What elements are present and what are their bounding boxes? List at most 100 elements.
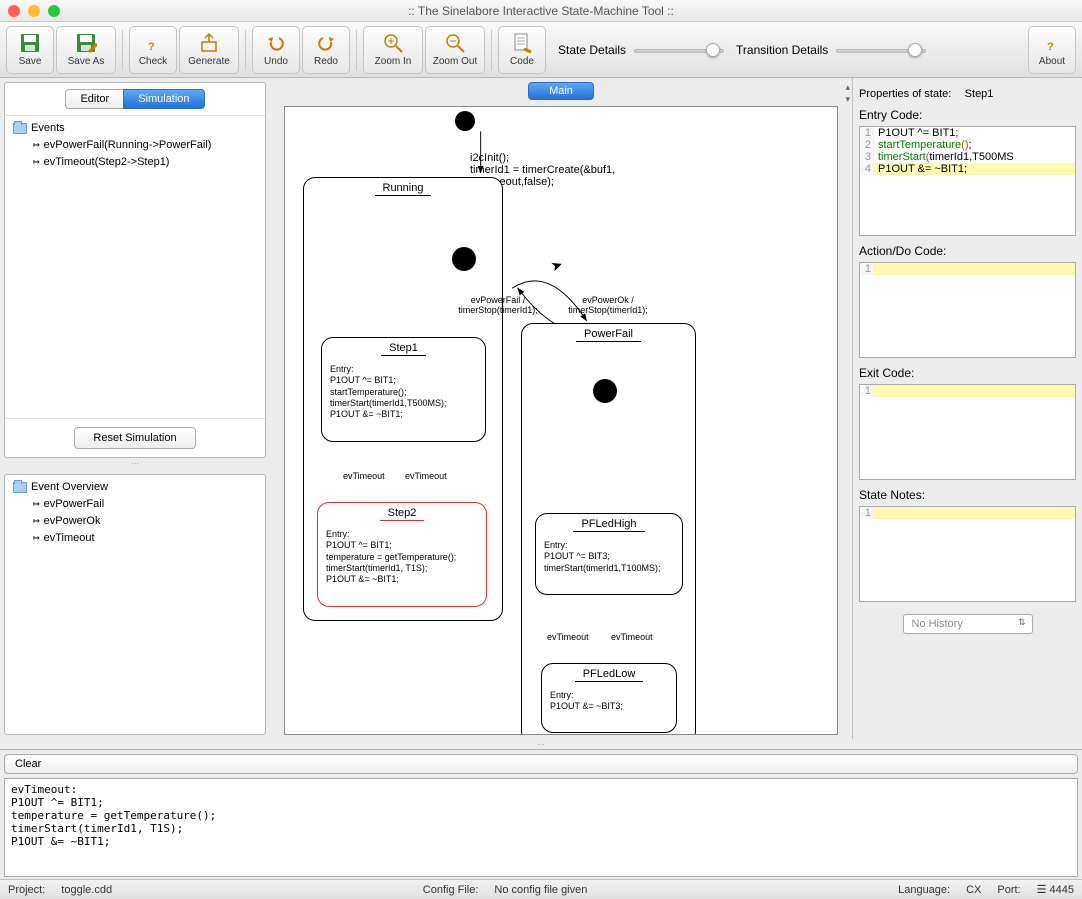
edge-label-evtimeout: evTimeout xyxy=(343,471,385,481)
arrow-icon: ↦ xyxy=(33,531,40,544)
events-panel: Editor Simulation Events ↦evPowerFail(Ru… xyxy=(4,82,266,458)
config-value: No config file given xyxy=(494,884,587,896)
event-item[interactable]: ↦evPowerFail(Running->PowerFail) xyxy=(13,136,257,153)
window-title: :: The Sinelabore Interactive State-Mach… xyxy=(0,4,1082,18)
port-value: ☰ 4445 xyxy=(1037,883,1074,896)
undo-button[interactable]: Undo xyxy=(252,26,300,74)
generate-button[interactable]: Generate xyxy=(179,26,239,74)
state-details-slider[interactable] xyxy=(634,42,724,58)
zoom-out-icon xyxy=(444,32,466,54)
question-icon: ? xyxy=(142,32,164,54)
state-step1[interactable]: Step1 Entry: P1OUT ^= BIT1; startTempera… xyxy=(321,337,486,442)
overview-item[interactable]: ↦evPowerOk xyxy=(13,512,257,529)
action-code-label: Action/Do Code: xyxy=(859,244,1076,258)
edge-label-powerok: evPowerOk /timerStop(timerId1); xyxy=(563,295,653,315)
minimize-window-icon[interactable] xyxy=(28,5,40,17)
save-button[interactable]: Save xyxy=(6,26,54,74)
edge-label-powerfail: evPowerFail /timerStop(timerId1); xyxy=(453,295,543,315)
event-item[interactable]: ↦evTimeout(Step2->Step1) xyxy=(13,153,257,170)
state-pfledlow[interactable]: PFLedLow Entry: P1OUT &= ~BIT3; xyxy=(541,663,677,733)
exit-code-label: Exit Code: xyxy=(859,366,1076,380)
reset-simulation-button[interactable]: Reset Simulation xyxy=(74,427,195,449)
overview-tree: Event Overview ↦evPowerFail ↦evPowerOk ↦… xyxy=(5,475,265,734)
events-header[interactable]: Events xyxy=(13,122,257,134)
exit-code-box[interactable]: 1 xyxy=(859,384,1076,480)
close-window-icon[interactable] xyxy=(8,5,20,17)
svg-text:?: ? xyxy=(148,41,155,53)
history-select[interactable]: No History ⇅ xyxy=(903,614,1033,634)
splitter-horizontal[interactable]: ⋯ xyxy=(0,739,1082,749)
edge-label-evtimeout: evTimeout xyxy=(405,471,447,481)
event-overview-panel: Event Overview ↦evPowerFail ↦evPowerOk ↦… xyxy=(4,474,266,735)
scroll-down-icon[interactable]: ▾ xyxy=(845,94,850,105)
edge-label-evtimeout: evTimeout xyxy=(611,632,653,642)
arrow-icon: ↦ xyxy=(33,138,40,151)
transition-details-slider-group: Transition Details xyxy=(736,42,926,58)
entry-code-box[interactable]: 1P1OUT ^= BIT1; 2startTemperature(); 3ti… xyxy=(859,126,1076,236)
scroll-up-icon[interactable]: ▴ xyxy=(845,82,850,93)
overview-item[interactable]: ↦evTimeout xyxy=(13,529,257,546)
overview-header[interactable]: Event Overview xyxy=(13,481,257,493)
floppy-pencil-icon xyxy=(75,32,97,54)
check-button[interactable]: ? Check xyxy=(129,26,177,74)
log-output[interactable]: evTimeout: P1OUT ^= BIT1; temperature = … xyxy=(4,778,1078,877)
zoom-window-icon[interactable] xyxy=(48,5,60,17)
project-name: toggle.cdd xyxy=(61,884,112,896)
diagram-canvas[interactable]: i2cInit();timerId1 = timerCreate(&buf1, … xyxy=(284,106,838,735)
language-label: Language: xyxy=(898,884,950,896)
transition-details-slider[interactable] xyxy=(836,42,926,58)
save-as-button[interactable]: Save As xyxy=(56,26,116,74)
code-button[interactable]: Code xyxy=(498,26,546,74)
action-code-box[interactable]: 1 xyxy=(859,262,1076,358)
left-tabs: Editor Simulation xyxy=(5,83,265,116)
diagram-column: Main ▴ ▾ xyxy=(270,78,852,739)
initial-state-icon xyxy=(593,379,617,403)
state-step2[interactable]: Step2 Entry: P1OUT ^= BIT1; temperature … xyxy=(317,502,487,607)
main-tab[interactable]: Main xyxy=(528,82,594,100)
initial-state-icon xyxy=(452,247,476,271)
state-pfledhigh[interactable]: PFLedHigh Entry: P1OUT ^= BIT3; timerSta… xyxy=(535,513,683,595)
clear-button[interactable]: Clear xyxy=(4,754,1078,774)
chevron-updown-icon: ⇅ xyxy=(1018,617,1026,628)
language-value: CX xyxy=(966,884,981,896)
overview-item[interactable]: ↦evPowerFail xyxy=(13,495,257,512)
floppy-icon xyxy=(19,32,41,54)
document-icon xyxy=(511,32,533,54)
arrow-icon: ↦ xyxy=(33,497,40,510)
tab-editor[interactable]: Editor xyxy=(65,89,123,109)
edge-label-evtimeout: evTimeout xyxy=(547,632,589,642)
transition-details-label: Transition Details xyxy=(736,43,828,57)
log-panel: Clear evTimeout: P1OUT ^= BIT1; temperat… xyxy=(0,749,1082,879)
window-controls xyxy=(8,5,60,17)
init-label: i2cInit();timerId1 = timerCreate(&buf1, … xyxy=(470,152,690,188)
export-icon xyxy=(198,32,220,54)
zoom-out-button[interactable]: Zoom Out xyxy=(425,26,485,74)
properties-panel: Properties of state: Step1 Entry Code: 1… xyxy=(852,78,1082,739)
redo-button[interactable]: Redo xyxy=(302,26,350,74)
properties-header: Properties of state: Step1 xyxy=(859,86,1076,100)
project-label: Project: xyxy=(8,884,45,896)
toolbar: Save Save As ? Check Generate Undo Redo … xyxy=(0,22,1082,78)
folder-icon xyxy=(13,482,27,493)
arrow-icon: ↦ xyxy=(33,514,40,527)
state-notes-box[interactable]: 1 xyxy=(859,506,1076,602)
arrow-icon: ↦ xyxy=(33,155,40,168)
entry-code-label: Entry Code: xyxy=(859,108,1076,122)
svg-text:?: ? xyxy=(1047,41,1054,53)
splitter-horizontal[interactable]: ⋯ xyxy=(4,458,266,468)
titlebar: :: The Sinelabore Interactive State-Mach… xyxy=(0,0,1082,22)
zoom-in-button[interactable]: Zoom In xyxy=(363,26,423,74)
undo-icon xyxy=(265,32,287,54)
config-label: Config File: xyxy=(423,884,479,896)
zoom-in-icon xyxy=(382,32,404,54)
events-tree: Events ↦evPowerFail(Running->PowerFail) … xyxy=(5,116,265,418)
tab-simulation[interactable]: Simulation xyxy=(123,89,204,109)
state-notes-label: State Notes: xyxy=(859,488,1076,502)
folder-icon xyxy=(13,123,27,134)
port-label: Port: xyxy=(997,884,1020,896)
about-button[interactable]: ? About xyxy=(1028,26,1076,74)
initial-state-icon xyxy=(455,111,475,131)
redo-icon xyxy=(315,32,337,54)
state-details-slider-group: State Details xyxy=(558,42,724,58)
state-details-label: State Details xyxy=(558,43,626,57)
